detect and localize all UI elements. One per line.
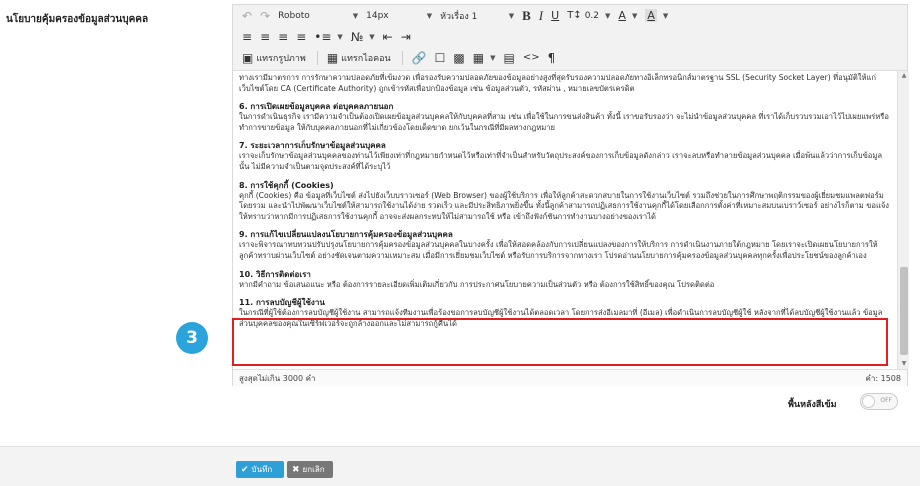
font-size-select[interactable]: 14px ▼	[363, 7, 435, 25]
align-left-icon[interactable]: ≡	[239, 28, 255, 46]
cancel-label: ยกเลิก	[302, 465, 325, 474]
scroll-up-icon[interactable]: ▲	[898, 71, 910, 81]
insert-icon-button[interactable]: ▦ แทรกไอคอน	[324, 49, 394, 67]
paragraph-style-select[interactable]: หัวเรื่อง 1 ▼	[437, 7, 517, 25]
code-icon[interactable]: <>	[520, 49, 543, 67]
section-body: หากมีคำถาม ข้อเสนอแนะ หรือ ต้องการรายละเ…	[239, 279, 715, 289]
line-height-value: 0.2	[584, 10, 600, 21]
bold-button[interactable]: B	[519, 7, 534, 25]
align-center-icon[interactable]: ≡	[257, 28, 273, 46]
chevron-down-icon: ▼	[369, 32, 375, 41]
step-badge: 3	[176, 322, 208, 354]
policy-section: 6. การเปิดเผยข้อมูลบุคคล ต่อบุคคลภายนอก …	[239, 101, 891, 133]
chevron-down-icon: ▼	[352, 11, 359, 20]
chevron-down-icon: ▼	[662, 11, 669, 20]
align-right-icon[interactable]: ≡	[275, 28, 291, 46]
text-color-select[interactable]: A ▼	[615, 7, 640, 25]
insert-image-button[interactable]: ▣ แทรกรูปภาพ	[239, 49, 309, 67]
font-size-value: 14px	[366, 10, 389, 21]
toolbar-divider	[401, 50, 403, 65]
section-body: เราจะพิจารณาทบทวนปรับปรุงนโยบายการคุ้มคร…	[239, 240, 878, 260]
section-body: คุกกี้ (Cookies) คือ ข้อมูลที่เว็บไซต์ ส…	[239, 190, 889, 221]
policy-section: 7. ระยะเวลาการเก็บรักษาข้อมูลส่วนบุคคล เ…	[239, 140, 891, 172]
table-icon[interactable]: ▦ ▼	[470, 49, 499, 67]
undo-icon[interactable]: ↶	[239, 7, 255, 25]
toggle-state: OFF	[880, 397, 892, 404]
insert-icon-label: แทรกไอคอน	[341, 53, 391, 64]
scroll-down-icon[interactable]: ▼	[898, 359, 910, 369]
chevron-down-icon: ▼	[508, 11, 515, 20]
chevron-down-icon: ▼	[490, 53, 496, 62]
field-label: นโยบายคุ้มครองข้อมูลส่วนบุคคล	[6, 14, 149, 25]
close-icon: ✖	[292, 464, 300, 475]
link-icon[interactable]: 🔗	[409, 49, 430, 67]
paragraph-style-value: หัวเรื่อง 1	[440, 11, 478, 22]
policy-section: 8. การใช้คุกกี้ (Cookies) คุกกี้ (Cookie…	[239, 180, 891, 223]
bg-color-select[interactable]: A ▼	[642, 7, 671, 25]
policy-section: 10. วิธีการติดต่อเรา หากมีคำถาม ข้อเสนอแ…	[239, 269, 891, 291]
editor-scrollbar[interactable]: ▲ ▼	[897, 71, 909, 369]
word-limit-text: สูงสุดไม่เกิน 3000 คำ	[239, 373, 316, 383]
section-title: 7. ระยะเวลาการเก็บรักษาข้อมูลส่วนบุคคล	[239, 141, 386, 151]
insert-image-label: แทรกรูปภาพ	[256, 53, 306, 64]
dark-background-toggle[interactable]: OFF	[860, 393, 898, 410]
section-title: 9. การแก้ไขเปลี่ยนแปลงนโยบายการคุ้มครองข…	[239, 230, 453, 240]
toggle-knob	[862, 395, 875, 408]
bg-color-icon: A	[645, 9, 657, 22]
word-count: คำ: 1508	[865, 373, 901, 383]
redo-icon[interactable]: ↷	[257, 7, 273, 25]
save-button[interactable]: ✔ บันทึก	[236, 461, 284, 478]
align-justify-icon[interactable]: ≡	[293, 28, 309, 46]
chevron-down-icon: ▼	[426, 11, 433, 20]
indent-icon[interactable]: ⇥	[398, 28, 414, 46]
toolbar-row-2: ≡ ≡ ≡ ≡ •≡ ▼ № ▼ ⇤ ⇥	[233, 26, 907, 47]
cancel-button[interactable]: ✖ ยกเลิก	[287, 461, 333, 478]
underline-button[interactable]: U	[548, 7, 562, 25]
chevron-down-icon: ▼	[337, 32, 343, 41]
section-title: 8. การใช้คุกกี้ (Cookies)	[239, 180, 334, 190]
bullet-list-icon[interactable]: •≡ ▼	[311, 28, 346, 46]
toolbar-divider	[316, 50, 318, 65]
toolbar-row-3: ▣ แทรกรูปภาพ ▦ แทรกไอคอน 🔗 ☐ ▩ ▦ ▼ ▤ <> ¶	[233, 47, 907, 68]
numbered-list-icon[interactable]: № ▼	[348, 28, 378, 46]
save-label: บันทึก	[251, 465, 273, 474]
picture-icon[interactable]: ▤	[501, 49, 518, 67]
section-body: ในการดำเนินธุรกิจ เรามีความจำเป็นต้องเปิ…	[239, 112, 889, 132]
outdent-icon[interactable]: ⇤	[380, 28, 396, 46]
editor-toolbar: ↶ ↷ Roboto ▼ 14px ▼ หัวเรื่อง 1 ▼ B I U T↕ 0…	[233, 5, 907, 71]
section-title: 6. การเปิดเผยข้อมูลบุคคล ต่อบุคคลภายนอก	[239, 102, 394, 112]
section-body: เราจะเก็บรักษาข้อมูลส่วนบุคคลของท่านไว้เ…	[239, 151, 883, 171]
editor-status-bar: สูงสุดไม่เกิน 3000 คำ คำ: 1508	[233, 369, 907, 386]
text-color-icon: A	[618, 9, 626, 22]
chevron-down-icon: ▼	[631, 11, 638, 20]
check-icon: ✔	[241, 464, 249, 475]
section-title: 11. การลบบัญชีผู้ใช้งาน	[239, 298, 325, 308]
chevron-down-icon: ▼	[605, 11, 611, 20]
embed-icon[interactable]: ▩	[450, 49, 467, 67]
dark-background-label: พื้นหลังสีเข้ม	[788, 400, 837, 410]
icon-picker-icon: ▦	[326, 50, 339, 65]
section-title: 10. วิธีการติดต่อเรา	[239, 269, 311, 279]
font-family-select[interactable]: Roboto ▼	[275, 7, 361, 25]
intro-paragraph: ทางเรามีมาตรการ การรักษาความปลอดภัยที่เข…	[239, 73, 876, 93]
italic-button[interactable]: I	[536, 7, 546, 25]
toolbar-row-1: ↶ ↷ Roboto ▼ 14px ▼ หัวเรื่อง 1 ▼ B I U T↕ 0…	[233, 5, 907, 26]
bookmark-icon[interactable]: ☐	[432, 49, 449, 67]
line-height-select[interactable]: T↕ 0.2 ▼	[564, 7, 613, 25]
image-icon: ▣	[242, 50, 254, 65]
policy-section: 9. การแก้ไขเปลี่ยนแปลงนโยบายการคุ้มครองข…	[239, 229, 891, 261]
line-height-icon: T↕	[567, 10, 582, 21]
form-actions-bar: ✔ บันทึก ✖ ยกเลิก	[0, 446, 920, 486]
paragraph-mark-icon[interactable]: ¶	[545, 49, 559, 67]
font-family-value: Roboto	[278, 10, 310, 21]
scroll-thumb[interactable]	[900, 267, 908, 355]
highlight-box	[232, 318, 888, 366]
